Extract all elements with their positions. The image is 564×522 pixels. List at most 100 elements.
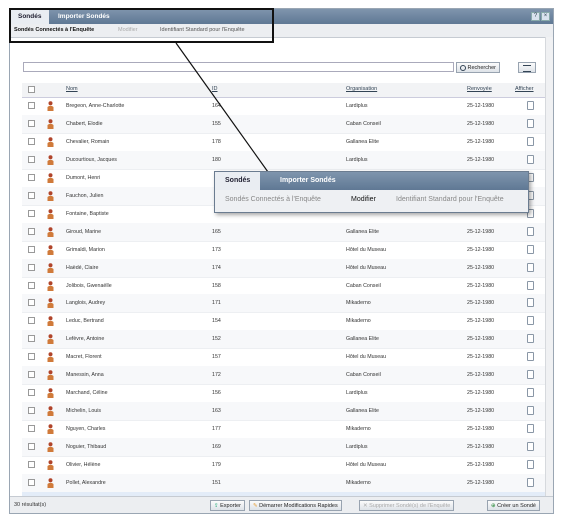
row-checkbox[interactable] [28, 191, 35, 199]
table-row[interactable]: Chabert, Elodie 155 Caban Conseil 25-12-198… [22, 114, 546, 134]
table-row[interactable]: Lefèvre, Antoine 152 Gallanea Elite 25-12-1… [22, 330, 546, 350]
table-row[interactable]: Haëdé, Claire 174 Hôtel du Museau 25-12-198… [22, 258, 546, 278]
view-icon[interactable] [527, 477, 534, 487]
person-icon [47, 119, 54, 129]
view-icon[interactable] [527, 370, 534, 380]
table-row[interactable]: Pollet, Alexandre 151 Mikaderno 25-12-1980 [22, 473, 546, 493]
view-icon[interactable] [527, 101, 534, 110]
view-icon[interactable] [527, 316, 534, 326]
row-checkbox[interactable] [28, 119, 35, 127]
header-renvoyee[interactable]: Renvoyée [467, 86, 492, 92]
person-icon [47, 155, 54, 165]
cell-nom: Leduc, Bertrand [66, 318, 104, 325]
view-icon[interactable] [527, 442, 534, 452]
row-checkbox[interactable] [28, 281, 35, 289]
cell-organisation: Mikaderno [346, 300, 371, 307]
row-checkbox[interactable] [28, 102, 35, 109]
row-checkbox[interactable] [28, 245, 35, 253]
table-row[interactable]: Marchand, Céline 156 Lardiplus 25-12-1980 [22, 384, 546, 404]
row-checkbox[interactable] [28, 353, 35, 361]
row-checkbox[interactable] [28, 317, 35, 325]
remove-respondent-button[interactable]: ✕ Supprimer Sondé(s) de l'Enquête [359, 500, 455, 511]
columns-button[interactable] [518, 62, 536, 73]
row-checkbox[interactable] [28, 227, 35, 235]
row-checkbox[interactable] [28, 173, 35, 181]
table-row[interactable]: Noguier, Thibaud 169 Lardiplus 25-12-1980 [22, 438, 546, 458]
export-icon: ⇪ [214, 503, 219, 509]
view-icon[interactable] [527, 262, 534, 272]
table-row[interactable]: Leduc, Bertrand 154 Mikaderno 25-12-1980 [22, 312, 546, 332]
cell-nom: Langlois, Audrey [66, 300, 106, 307]
table-row[interactable]: Manessin, Anna 172 Caban Conseil 25-12-1980 [22, 366, 546, 386]
quick-edit-button[interactable]: ✎ Démarrer Modifications Rapides [249, 500, 342, 511]
row-checkbox[interactable] [28, 443, 35, 451]
cell-id: 163 [212, 408, 221, 415]
search-input[interactable] [23, 62, 454, 72]
table-row[interactable]: Chevalier, Romain 178 Gallanea Elite 25-12-… [22, 133, 546, 152]
cell-renvoyee: 25-12-1980 [467, 246, 495, 253]
row-checkbox[interactable] [28, 263, 35, 271]
view-icon[interactable] [527, 154, 534, 164]
cell-nom: Giroud, Marine [66, 228, 102, 235]
row-checkbox[interactable] [28, 335, 35, 343]
row-checkbox[interactable] [28, 425, 35, 433]
table-row[interactable]: Olivier, Hélène 179 Hôtel du Museau 25-12-1… [22, 456, 546, 475]
cell-organisation: Hôtel du Museau [346, 354, 387, 361]
table-row[interactable]: Langlois, Audrey 171 Mikaderno 25-12-1980 [22, 294, 546, 314]
table-row[interactable]: Nguyen, Charles 177 Mikaderno 25-12-1980 [22, 420, 546, 440]
table-row[interactable]: Jolibois, Gwenaëlle 158 Caban Conseil 25-12… [22, 277, 546, 296]
create-respondent-button[interactable]: ⊕ Créer un Sondé [487, 500, 540, 511]
cell-renvoyee: 25-12-1980 [467, 336, 495, 343]
cell-id: 169 [212, 444, 221, 451]
close-icon[interactable]: × [541, 12, 550, 21]
view-icon[interactable] [527, 280, 534, 290]
list-icon [523, 65, 531, 72]
scrollbar[interactable] [545, 37, 553, 499]
row-checkbox[interactable] [28, 299, 35, 307]
row-checkbox[interactable] [28, 478, 35, 486]
select-all-checkbox[interactable] [28, 86, 35, 93]
view-icon[interactable] [527, 424, 534, 434]
table-row[interactable]: Ducourtioux, Jacques 180 Lardiplus 25-12-19… [22, 150, 546, 170]
row-checkbox[interactable] [28, 389, 35, 397]
row-checkbox[interactable] [28, 371, 35, 379]
view-icon[interactable] [527, 136, 534, 146]
view-icon[interactable] [527, 244, 534, 254]
export-button[interactable]: ⇪ Exporter [210, 500, 245, 511]
cell-id: 180 [212, 156, 221, 163]
help-icon[interactable]: ? [531, 12, 540, 21]
view-icon[interactable] [527, 118, 534, 128]
row-checkbox[interactable] [28, 209, 35, 217]
row-checkbox[interactable] [28, 407, 35, 415]
cell-organisation: Hôtel du Museau [346, 246, 387, 253]
view-icon[interactable] [527, 334, 534, 344]
callout-subtab-modifier: Modifier [351, 196, 376, 203]
table-row[interactable]: Giroud, Marine 165 Gallanea Elite 25-12-198… [22, 222, 546, 242]
header-organisation[interactable]: Organisation [346, 86, 377, 92]
cell-id: 177 [212, 426, 221, 433]
view-icon[interactable] [527, 406, 534, 416]
table-row[interactable]: Bregeon, Anne-Charlotte 164 Lardiplus 25-12… [22, 97, 546, 116]
row-checkbox[interactable] [28, 137, 35, 145]
table-row[interactable]: Macret, Florent 157 Hôtel du Museau 25-12-1… [22, 348, 546, 368]
cell-id: 179 [212, 462, 221, 468]
table-row[interactable]: Grimaldi, Marion 173 Hôtel du Museau 25-12-… [22, 241, 546, 260]
view-icon[interactable] [527, 352, 534, 362]
cell-id: 164 [212, 103, 221, 109]
header-afficher: Afficher [515, 86, 534, 92]
row-checkbox[interactable] [28, 461, 35, 468]
header-id[interactable]: ID [212, 86, 218, 92]
header-nom[interactable]: Nom [66, 86, 78, 92]
view-icon[interactable] [527, 298, 534, 308]
search-button-label: Rechercher [467, 65, 496, 71]
table-row[interactable]: Michelin, Louis 163 Gallanea Elite 25-12-19… [22, 402, 546, 422]
cell-id: 174 [212, 264, 221, 271]
view-icon[interactable] [527, 460, 534, 469]
cell-id: 172 [212, 372, 221, 379]
search-button[interactable]: Rechercher [456, 62, 500, 73]
view-icon[interactable] [527, 226, 534, 236]
view-icon[interactable] [527, 388, 534, 398]
zoom-highlight-box [9, 8, 274, 43]
cell-organisation: Mikaderno [346, 426, 371, 433]
row-checkbox[interactable] [28, 155, 35, 163]
